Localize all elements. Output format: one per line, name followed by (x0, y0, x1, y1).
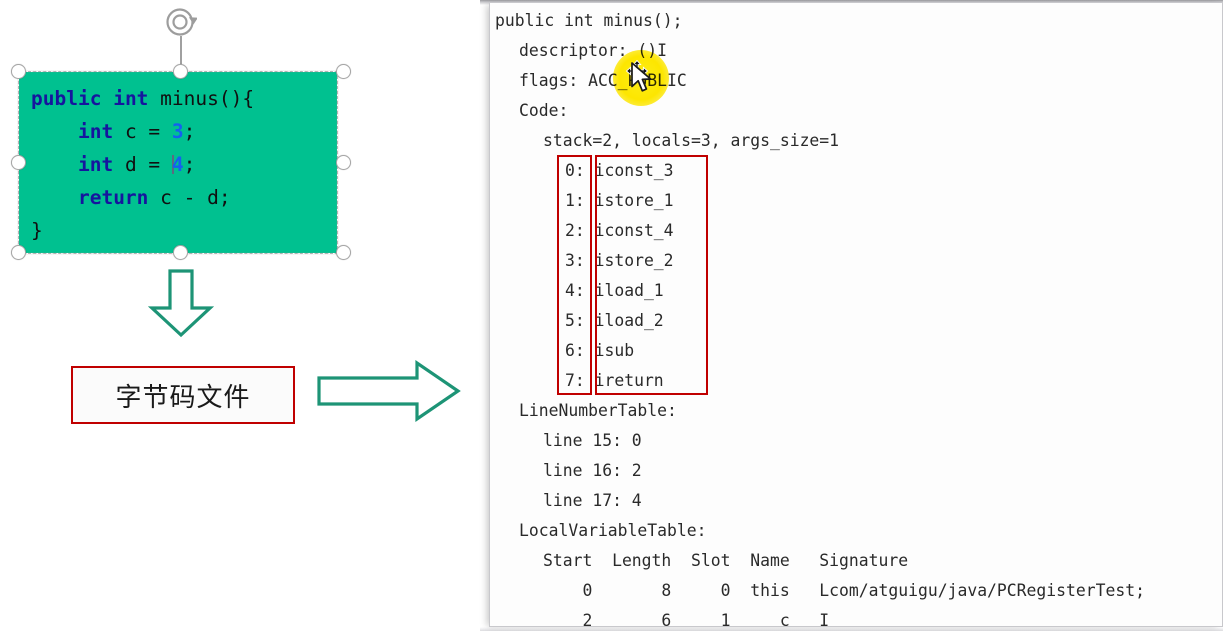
source-token: return (77, 186, 149, 209)
source-token: } (31, 219, 43, 242)
source-line: int c = 3; (31, 115, 254, 148)
source-token: c - d; (148, 186, 231, 209)
bytecode-line: 1: istore_1 (565, 191, 674, 210)
bytecode-line: 3: istore_2 (565, 251, 674, 270)
bytecode-output-panel[interactable]: public int minus(); descriptor: ()I flags:… (489, 2, 1223, 627)
source-line: int d = 4; (31, 148, 254, 181)
bytecode-line: public int minus(); (495, 11, 683, 30)
source-token: int (77, 153, 114, 176)
handle-bottom-left[interactable] (11, 245, 26, 260)
bytecode-line: line 17: 4 (543, 491, 642, 510)
source-line: } (31, 214, 254, 247)
offsets-highlight-box (557, 155, 592, 395)
mnemonics-highlight-box (595, 155, 708, 395)
source-line: public int minus(){ (31, 82, 254, 115)
source-token: d = (113, 153, 172, 176)
handle-top-left[interactable] (11, 64, 26, 79)
bytecode-line: 5: iload_2 (565, 311, 664, 330)
source-token: int (113, 87, 149, 110)
source-token (31, 153, 78, 176)
left-diagram-area: public int minus(){ int c = 3; int d = 4… (0, 0, 480, 631)
source-token (101, 87, 113, 110)
bytecode-file-box[interactable]: 字节码文件 (71, 366, 295, 424)
bytecode-line: line 15: 0 (543, 431, 642, 450)
source-token: public (31, 87, 102, 110)
handle-middle-right[interactable] (336, 155, 351, 170)
java-source-code: public int minus(){ int c = 3; int d = 4… (31, 82, 254, 247)
source-token: ; (183, 153, 196, 176)
bytecode-line: 7: ireturn (565, 371, 664, 390)
bytecode-line: 4: iload_1 (565, 281, 664, 300)
bytecode-file-label: 字节码文件 (115, 382, 251, 413)
handle-top-right[interactable] (336, 64, 351, 79)
bytecode-line: 0 8 0 this Lcom/atguigu/java/PCRegisterT… (543, 581, 1145, 600)
handle-middle-left[interactable] (11, 155, 26, 170)
right-arrow-icon (317, 359, 461, 423)
handle-top-center[interactable] (173, 64, 188, 79)
bytecode-line: 2: iconst_4 (565, 221, 674, 240)
right-arrow[interactable] (316, 359, 461, 423)
bytecode-line: Start Length Slot Name Signature (543, 551, 909, 570)
bytecode-line: 0: iconst_3 (565, 161, 674, 180)
slide-canvas: public int minus(){ int c = 3; int d = 4… (0, 0, 1223, 631)
source-token (31, 120, 78, 143)
bytecode-line: Code: (519, 101, 569, 120)
bytecode-line: LocalVariableTable: (519, 521, 707, 540)
down-arrow[interactable] (147, 268, 215, 338)
bytecode-line: descriptor: ()I (519, 41, 668, 60)
bytecode-line: stack=2, locals=3, args_size=1 (543, 131, 840, 150)
source-token (31, 186, 78, 209)
down-arrow-icon (147, 269, 215, 338)
source-token: int (77, 120, 114, 143)
bytecode-line: flags: ACC_PUBLIC (519, 71, 687, 90)
source-line: return c - d; (31, 181, 254, 214)
bytecode-line: LineNumberTable: (519, 401, 677, 420)
source-token: ; (183, 120, 196, 143)
source-token: 4 (171, 153, 184, 176)
handle-bottom-center[interactable] (173, 245, 188, 260)
rotate-handle[interactable] (163, 5, 198, 39)
arrow-pointer-icon (631, 62, 652, 92)
bytecode-line: line 16: 2 (543, 461, 642, 480)
java-source-shape[interactable]: public int minus(){ int c = 3; int d = 4… (19, 72, 337, 253)
source-token: c = (113, 120, 172, 143)
rotate-icon (166, 7, 198, 36)
bytecode-listing: public int minus(); descriptor: ()I flags:… (495, 6, 1145, 627)
bytecode-line: 2 6 1 c I (543, 611, 830, 627)
handle-bottom-right[interactable] (336, 245, 351, 260)
mouse-cursor (630, 62, 660, 96)
bytecode-line: 6: isub (565, 341, 635, 360)
source-token: minus(){ (148, 87, 255, 110)
source-token: 3 (171, 120, 184, 143)
